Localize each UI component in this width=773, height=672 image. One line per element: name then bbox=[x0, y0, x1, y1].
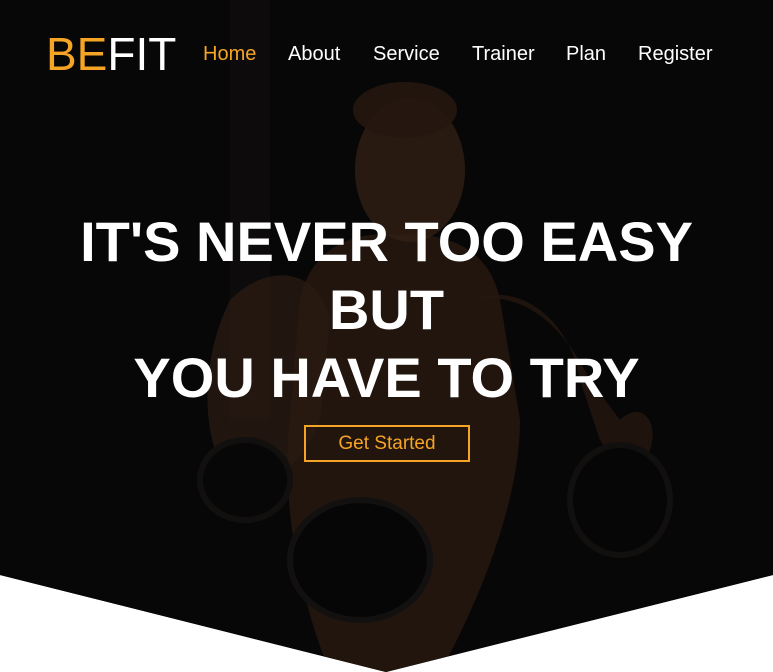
get-started-button[interactable]: Get Started bbox=[304, 425, 470, 462]
hero-headline: IT'S NEVER TOO EASY BUT YOU HAVE TO TRY bbox=[0, 208, 773, 412]
nav-item-register[interactable]: Register bbox=[638, 42, 712, 66]
hero-headline-line-2: BUT bbox=[328, 278, 445, 341]
nav-item-home[interactable]: Home bbox=[203, 42, 256, 66]
hero-headline-line-3: YOU HAVE TO TRY bbox=[133, 346, 640, 409]
nav-item-service[interactable]: Service bbox=[373, 42, 440, 66]
nav-item-about[interactable]: About bbox=[288, 42, 340, 66]
main-navigation: Home About Service Trainer Plan Register bbox=[0, 42, 773, 66]
hero-headline-line-1: IT'S NEVER TOO EASY bbox=[80, 210, 693, 273]
nav-item-plan[interactable]: Plan bbox=[566, 42, 606, 66]
nav-item-trainer[interactable]: Trainer bbox=[472, 42, 535, 66]
